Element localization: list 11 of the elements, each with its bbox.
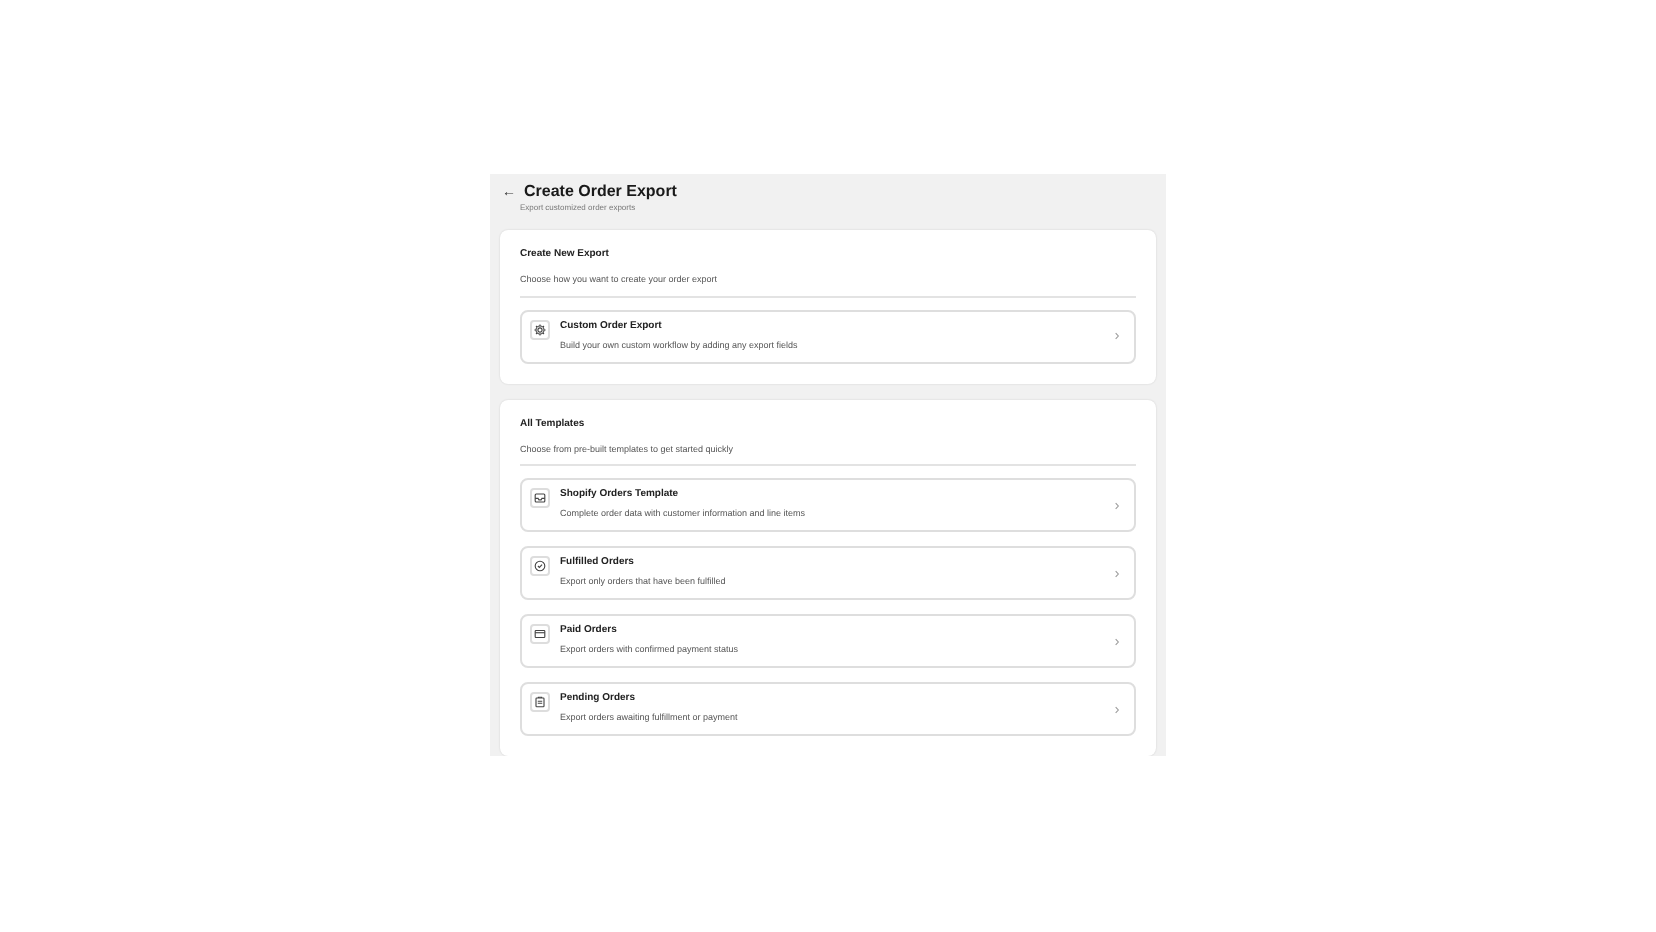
tray-icon [530,488,550,508]
chevron-right-icon [1114,501,1120,509]
chevron-right-icon [1114,332,1120,340]
chevron-right-icon [1114,637,1120,645]
card-icon [530,624,550,644]
page-title: Create Order Export [524,184,677,200]
clipboard-icon [530,692,550,712]
gear-icon [530,319,550,339]
chevron-right-icon [1114,569,1120,577]
check-circle-icon [530,556,550,576]
chevron-right-icon [1114,705,1120,713]
